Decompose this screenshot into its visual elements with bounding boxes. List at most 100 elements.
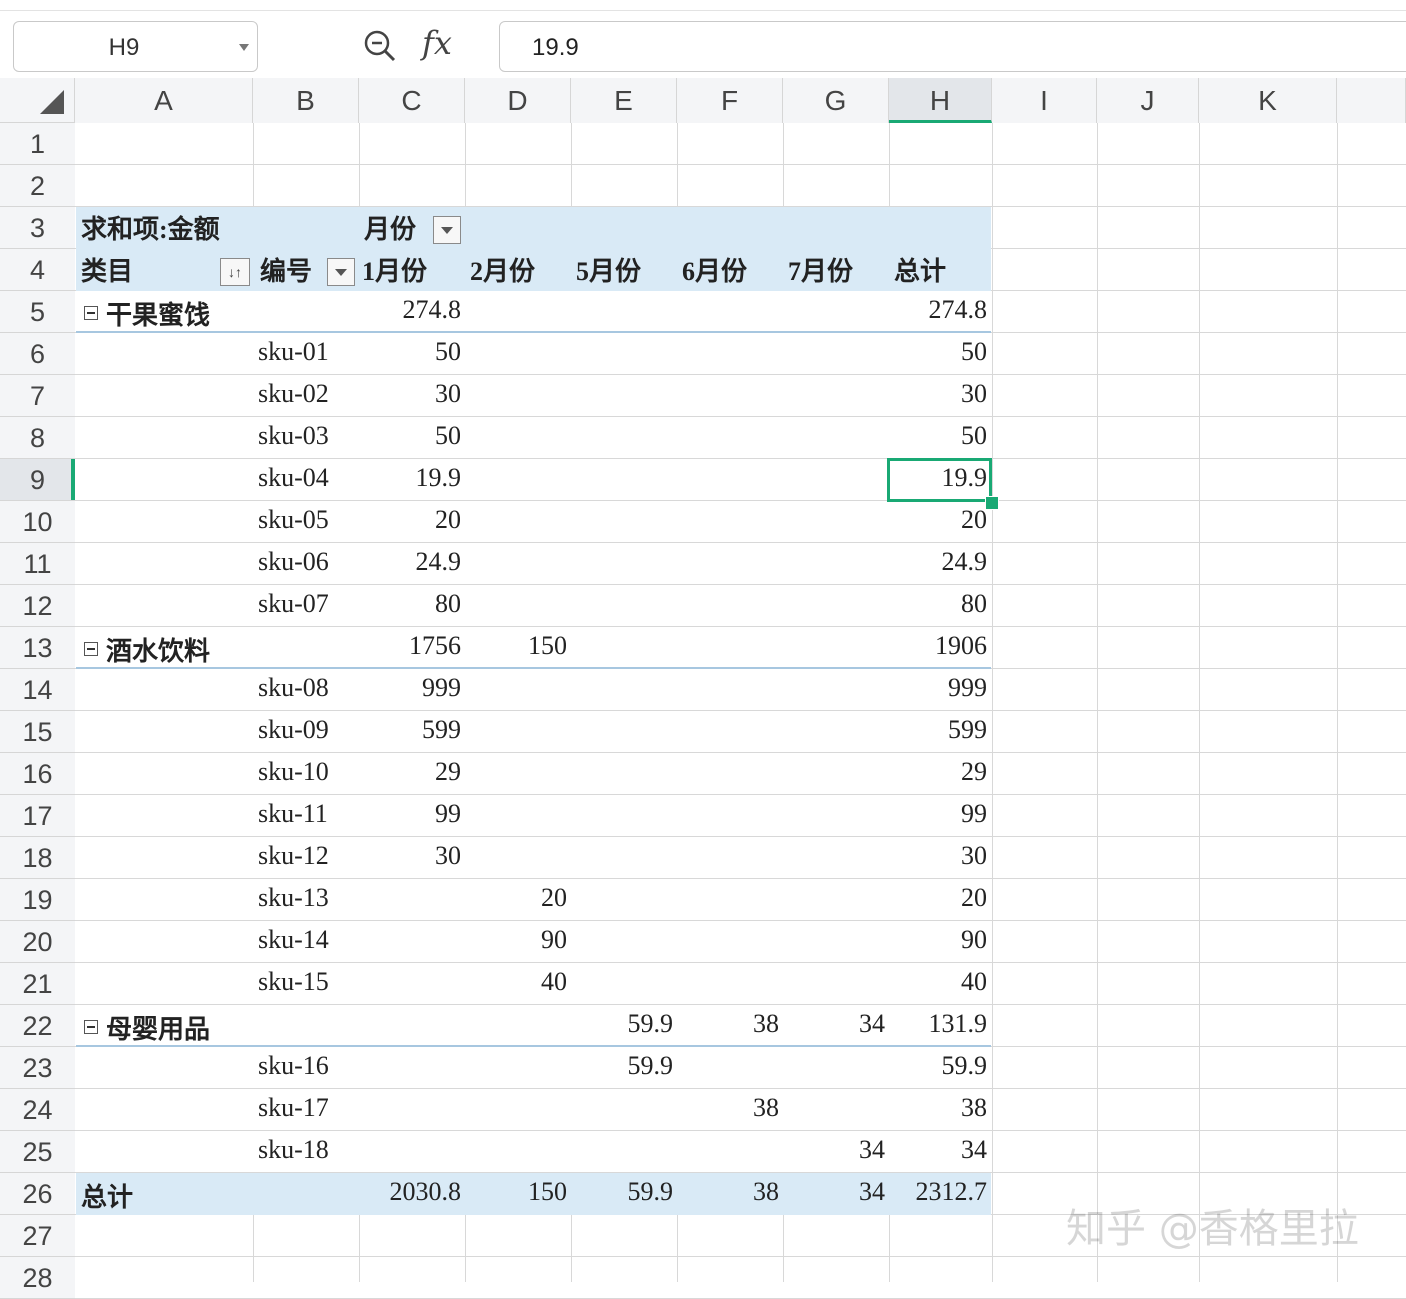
- row-header-20[interactable]: 20: [0, 921, 75, 963]
- group-separator: [76, 667, 991, 669]
- sku-label: sku-10: [258, 757, 329, 787]
- sku-label: sku-16: [258, 1051, 329, 1081]
- value-cell: 34: [785, 1135, 885, 1165]
- grand-total-value: 2030.8: [361, 1177, 461, 1207]
- column-header-c[interactable]: C: [359, 78, 465, 123]
- sku-label: sku-08: [258, 673, 329, 703]
- sku-label: sku-07: [258, 589, 329, 619]
- pivot-row-bg: [76, 417, 990, 458]
- column-header-a[interactable]: A: [75, 78, 253, 123]
- row-header-4[interactable]: 4: [0, 249, 75, 291]
- pivot-row-bg: [76, 543, 990, 584]
- column-header-h[interactable]: H: [889, 78, 992, 123]
- group-separator: [76, 1045, 991, 1047]
- value-cell: 274.8: [887, 295, 987, 325]
- row-header-15[interactable]: 15: [0, 711, 75, 753]
- value-cell: 19.9: [361, 463, 461, 493]
- gridline-v: [992, 123, 993, 1282]
- value-cell: 999: [887, 673, 987, 703]
- pivot-row-bg: [76, 585, 990, 626]
- sku-label: sku-18: [258, 1135, 329, 1165]
- grand-total-value: 2312.7: [887, 1177, 987, 1207]
- row-header-1[interactable]: 1: [0, 123, 75, 165]
- select-all-icon[interactable]: [0, 78, 75, 123]
- row-header-28[interactable]: 28: [0, 1257, 75, 1299]
- collapse-icon[interactable]: [84, 642, 98, 656]
- grand-total-label: 总计: [81, 1177, 133, 1214]
- sku-label: sku-05: [258, 505, 329, 535]
- collapse-icon[interactable]: [84, 1020, 98, 1034]
- row-field-dropdown-icon[interactable]: [327, 258, 355, 286]
- row-header-14[interactable]: 14: [0, 669, 75, 711]
- row-header-22[interactable]: 22: [0, 1005, 75, 1047]
- row-header-6[interactable]: 6: [0, 333, 75, 375]
- value-cell: 34: [887, 1135, 987, 1165]
- month-header: 2月份: [470, 251, 535, 288]
- pivot-row-bg: [76, 837, 990, 878]
- column-header-b[interactable]: B: [253, 78, 359, 123]
- row-header-9[interactable]: 9: [0, 459, 75, 501]
- sku-label: sku-15: [258, 967, 329, 997]
- month-header: 5月份: [576, 251, 641, 288]
- value-cell: 30: [361, 379, 461, 409]
- value-cell: 80: [887, 589, 987, 619]
- row-header-16[interactable]: 16: [0, 753, 75, 795]
- pivot-value-field: 求和项:金额: [81, 209, 220, 246]
- column-header-j[interactable]: J: [1097, 78, 1199, 123]
- row-header-19[interactable]: 19: [0, 879, 75, 921]
- column-header-f[interactable]: F: [677, 78, 783, 123]
- group-separator: [76, 331, 991, 333]
- row-header-7[interactable]: 7: [0, 375, 75, 417]
- sku-label: sku-04: [258, 463, 329, 493]
- row-header-24[interactable]: 24: [0, 1089, 75, 1131]
- row-header-12[interactable]: 12: [0, 585, 75, 627]
- column-header-k[interactable]: K: [1199, 78, 1337, 123]
- row-header-13[interactable]: 13: [0, 627, 75, 669]
- value-cell: 274.8: [361, 295, 461, 325]
- column-field-dropdown-icon[interactable]: [433, 216, 461, 244]
- sku-label: sku-12: [258, 841, 329, 871]
- pivot-row-bg: [76, 795, 990, 836]
- column-header-e[interactable]: E: [571, 78, 677, 123]
- value-cell: 24.9: [887, 547, 987, 577]
- pivot-row-bg: [76, 333, 990, 374]
- sku-label: sku-06: [258, 547, 329, 577]
- row-header-2[interactable]: 2: [0, 165, 75, 207]
- row-header-27[interactable]: 27: [0, 1215, 75, 1257]
- value-cell: 50: [887, 337, 987, 367]
- value-cell: 29: [887, 757, 987, 787]
- value-cell: 59.9: [573, 1009, 673, 1039]
- spreadsheet-grid[interactable]: ABCDEFGHIJK12345678910111213141516171819…: [0, 0, 1406, 1282]
- active-cell-h9[interactable]: [887, 458, 992, 502]
- row-header-25[interactable]: 25: [0, 1131, 75, 1173]
- column-header-i[interactable]: I: [992, 78, 1097, 123]
- row-header-23[interactable]: 23: [0, 1047, 75, 1089]
- value-cell: 999: [361, 673, 461, 703]
- sku-label: sku-11: [258, 799, 328, 829]
- row-header-17[interactable]: 17: [0, 795, 75, 837]
- row-header-26[interactable]: 26: [0, 1173, 75, 1215]
- column-header-d[interactable]: D: [465, 78, 571, 123]
- pivot-row-bg: [76, 753, 990, 794]
- pivot-row-field-2: 编号: [260, 251, 312, 288]
- grand-total-value: 150: [467, 1177, 567, 1207]
- grand-total-value: 34: [785, 1177, 885, 1207]
- value-cell: 50: [361, 337, 461, 367]
- value-cell: 30: [361, 841, 461, 871]
- value-cell: 20: [887, 505, 987, 535]
- pivot-column-field: 月份: [364, 209, 416, 246]
- pivot-row-field-1: 类目: [81, 251, 133, 288]
- row-header-10[interactable]: 10: [0, 501, 75, 543]
- row-header-18[interactable]: 18: [0, 837, 75, 879]
- sort-filter-icon[interactable]: ↓↑: [220, 258, 250, 286]
- row-header-8[interactable]: 8: [0, 417, 75, 459]
- gridline-v: [1337, 123, 1338, 1282]
- column-header-g[interactable]: G: [783, 78, 889, 123]
- collapse-icon[interactable]: [84, 306, 98, 320]
- row-header-21[interactable]: 21: [0, 963, 75, 1005]
- row-header-3[interactable]: 3: [0, 207, 75, 249]
- fill-handle[interactable]: [985, 496, 999, 510]
- row-header-11[interactable]: 11: [0, 543, 75, 585]
- row-header-5[interactable]: 5: [0, 291, 75, 333]
- value-cell: 99: [361, 799, 461, 829]
